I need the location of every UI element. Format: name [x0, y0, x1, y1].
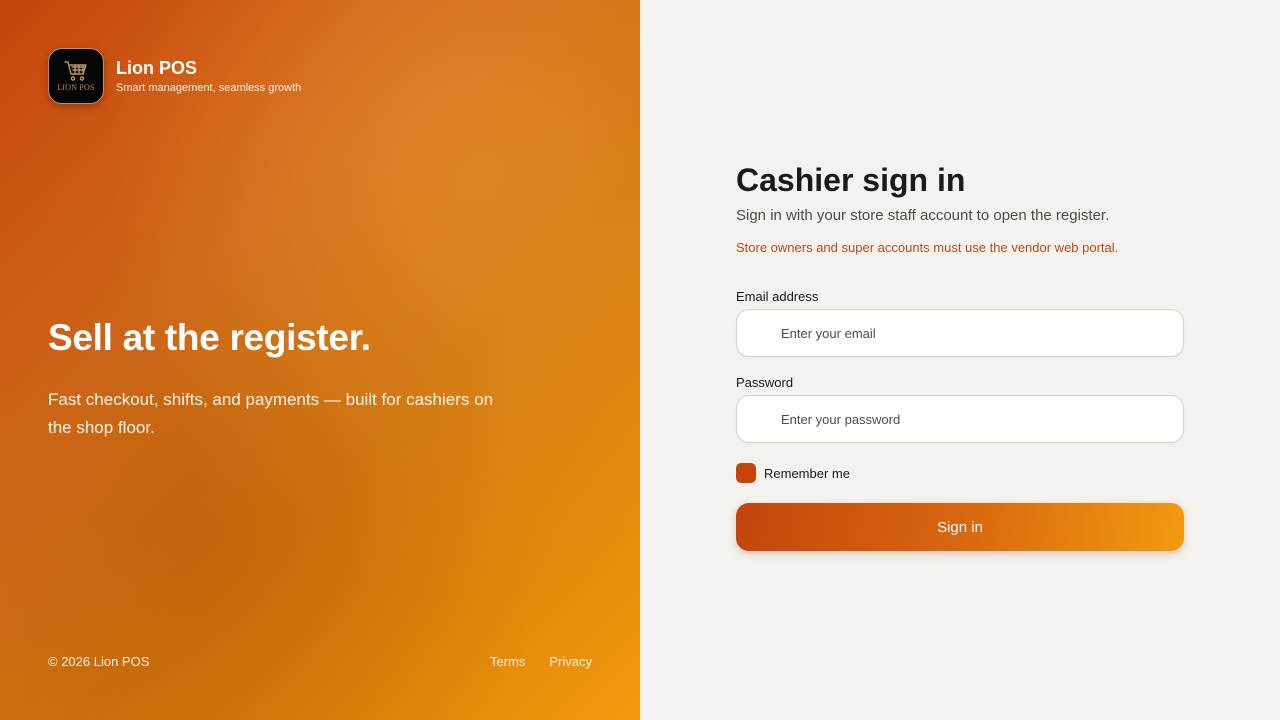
privacy-link[interactable]: Privacy — [549, 654, 592, 669]
footer-links: Terms Privacy — [490, 654, 592, 669]
password-input[interactable] — [781, 396, 1171, 442]
signin-form: Cashier sign in Sign in with your store … — [736, 160, 1184, 551]
terms-link[interactable]: Terms — [490, 654, 525, 669]
copyright: © 2026 Lion POS — [48, 654, 150, 669]
hero-subtitle: Fast checkout, shifts, and payments — bu… — [48, 390, 494, 437]
brand-panel: LION POS Lion POS Smart management, seam… — [0, 0, 640, 720]
email-input-wrapper — [736, 309, 1184, 357]
remember-me-checkbox[interactable] — [736, 463, 756, 483]
password-field-group: Password — [736, 375, 1184, 443]
password-label: Password — [736, 375, 794, 390]
lock-icon — [755, 412, 769, 428]
brand-text: Lion POS Smart management, seamless grow… — [116, 57, 301, 95]
signin-note: Store owners and super accounts must use… — [736, 240, 1119, 255]
signin-panel: Cashier sign in Sign in with your store … — [640, 0, 1280, 720]
left-footer: © 2026 Lion POS Terms Privacy — [48, 654, 592, 669]
brand-header: LION POS Lion POS Smart management, seam… — [48, 48, 301, 104]
brand-tagline: Smart management, seamless growth — [116, 82, 302, 94]
signin-subtitle: Sign in with your store staff account to… — [736, 207, 1110, 224]
hero-title: Sell at the register. — [48, 317, 371, 358]
logo-text: LION POS — [57, 83, 95, 92]
email-label: Email address — [736, 289, 819, 304]
sign-in-button[interactable]: Sign in — [736, 503, 1184, 551]
hero: Sell at the register. Fast checkout, shi… — [48, 316, 518, 442]
password-input-wrapper — [736, 395, 1184, 443]
email-field-group: Email address — [736, 289, 1184, 357]
signin-title: Cashier sign in — [736, 162, 966, 198]
remember-me-label[interactable]: Remember me — [764, 466, 850, 481]
brand-name: Lion POS — [116, 58, 197, 78]
mail-icon — [754, 328, 770, 340]
shopping-cart-icon — [64, 61, 87, 81]
remember-me[interactable]: Remember me — [736, 463, 1184, 483]
email-input[interactable] — [781, 310, 1171, 356]
brand-logo: LION POS — [48, 48, 104, 104]
